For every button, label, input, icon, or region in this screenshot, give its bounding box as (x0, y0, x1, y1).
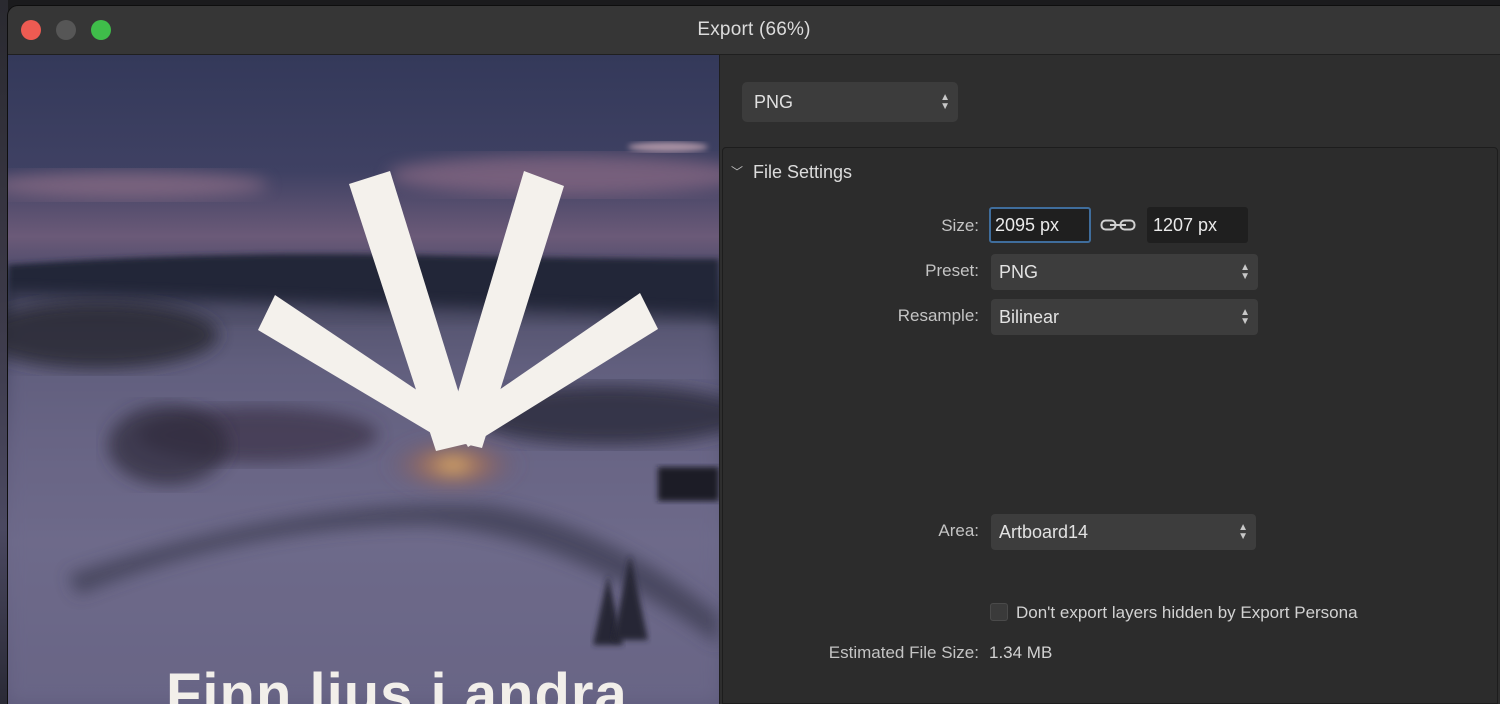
preset-label: Preset: (925, 261, 979, 280)
estimated-size-label: Estimated File Size: (828, 643, 979, 662)
format-select-value: PNG (754, 92, 794, 112)
resample-label: Resample: (897, 306, 979, 325)
width-field[interactable]: 2095 px (989, 207, 1091, 243)
preset-value: PNG (999, 262, 1039, 282)
title-bar: Export (66%) (8, 6, 1500, 55)
preview-overlay-text: Finn ljus i andra (166, 662, 628, 704)
area-label: Area: (938, 521, 979, 540)
up-down-arrows-icon: ▲ ▼ (1240, 307, 1250, 327)
chevron-down-icon: ﹀ (731, 165, 744, 179)
area-select[interactable]: Artboard14 ▲ ▼ (991, 514, 1256, 550)
hidden-layers-checkbox[interactable] (990, 603, 1008, 621)
height-field[interactable]: 1207 px (1147, 207, 1248, 243)
resample-select[interactable]: Bilinear ▲ ▼ (991, 299, 1258, 335)
size-label: Size: (941, 216, 979, 235)
file-settings-header[interactable]: ﹀ File Settings (731, 162, 852, 183)
estimated-size-value: 1.34 MB (989, 643, 1053, 662)
export-settings-panel: PNG ▲ ▼ ﹀ File Settings Size: 2095 px 1207… (719, 55, 1500, 704)
export-dialog: Export (66%) Finn ljus i andra PNG ▲ ▼ ﹀… (8, 6, 1500, 704)
hidden-layers-label[interactable]: Don't export layers hidden by Export Per… (1016, 603, 1358, 623)
link-chain-icon[interactable] (1100, 217, 1136, 233)
desktop-background (0, 0, 8, 704)
file-settings-section: ﹀ File Settings Size: 2095 px 1207 px Pre… (722, 147, 1498, 704)
preview-image (8, 142, 719, 704)
up-down-arrows-icon: ▲ ▼ (1238, 522, 1248, 542)
area-value: Artboard14 (999, 522, 1089, 542)
section-title: File Settings (753, 162, 853, 182)
export-preview[interactable]: Finn ljus i andra (8, 55, 719, 704)
format-select[interactable]: PNG ▲ ▼ (742, 82, 958, 122)
up-down-arrows-icon: ▲ ▼ (940, 92, 950, 112)
preset-select[interactable]: PNG ▲ ▼ (991, 254, 1258, 290)
resample-value: Bilinear (999, 307, 1060, 327)
up-down-arrows-icon: ▲ ▼ (1240, 262, 1250, 282)
window-title: Export (66%) (697, 19, 811, 40)
